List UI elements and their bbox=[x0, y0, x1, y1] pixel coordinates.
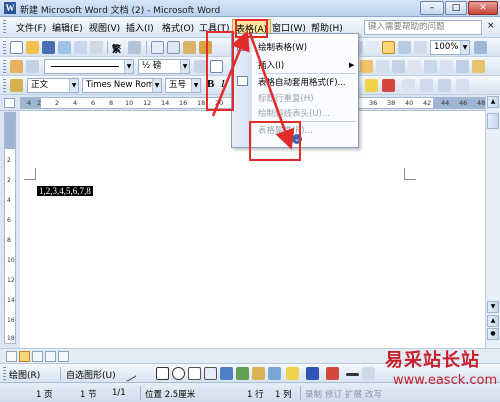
watermark-site-name: 易采站长站 bbox=[385, 350, 480, 371]
annotation-arrow-down bbox=[248, 32, 295, 150]
watermark-url: www.easck.com bbox=[393, 373, 498, 388]
annotation-arrows bbox=[211, 30, 295, 150]
annotation-arrow-up bbox=[211, 30, 250, 117]
